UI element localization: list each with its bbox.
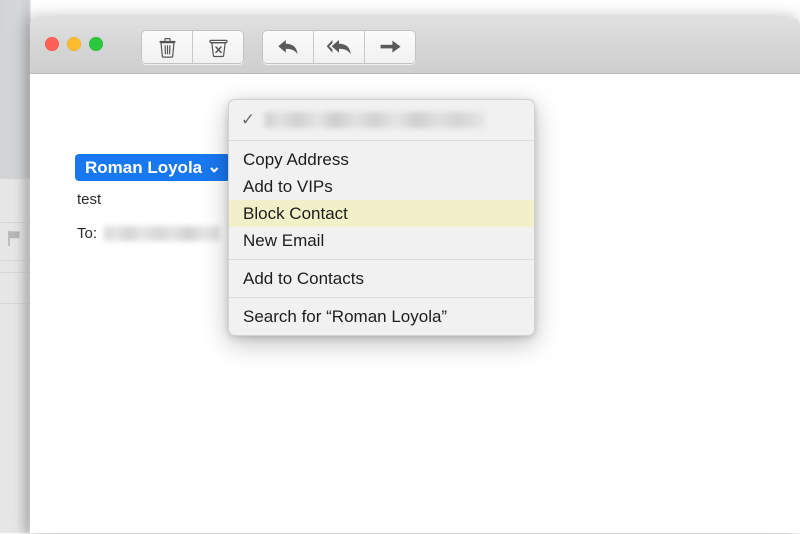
sidebar-row-1[interactable] xyxy=(0,178,31,223)
check-icon: ✓ xyxy=(240,110,256,129)
menu-item-new-email[interactable]: New Email xyxy=(229,227,534,254)
trash-icon xyxy=(159,37,175,58)
menu-item-add-to-vips[interactable]: Add to VIPs xyxy=(229,173,534,200)
junk-icon xyxy=(208,39,228,57)
menu-item-label: Copy Address xyxy=(243,149,349,169)
sender-context-menu[interactable]: ✓ Copy Address Add to VIPs Block Contact… xyxy=(228,99,535,336)
sender-token[interactable]: Roman Loyola ⌄ xyxy=(75,154,231,181)
forward-button[interactable] xyxy=(365,31,415,63)
recipient-row: To: ⋮ xyxy=(77,225,240,242)
window-traffic-lights xyxy=(45,37,103,51)
flag-icon[interactable] xyxy=(5,228,25,248)
background-sidebar-header xyxy=(0,0,31,178)
menu-item-block-contact[interactable]: Block Contact xyxy=(229,200,534,227)
chevron-down-icon[interactable]: ⌄ xyxy=(207,157,221,177)
current-address-redacted xyxy=(265,112,485,128)
sender-name: Roman Loyola xyxy=(85,157,203,177)
reply-all-button[interactable] xyxy=(314,31,364,63)
background-sidebar xyxy=(0,0,31,533)
menu-item-add-to-contacts[interactable]: Add to Contacts xyxy=(229,265,534,292)
to-label: To: xyxy=(77,225,98,242)
menu-item-label: Search for “Roman Loyola” xyxy=(243,306,448,326)
menu-item-search-for[interactable]: Search for “Roman Loyola” xyxy=(229,303,534,330)
menu-separator-3 xyxy=(229,297,534,298)
window-titlebar xyxy=(30,18,800,74)
zoom-button[interactable] xyxy=(89,37,103,51)
delete-button[interactable] xyxy=(142,31,192,63)
sidebar-row-5[interactable] xyxy=(0,303,31,534)
reply-icon xyxy=(277,40,297,55)
reply-button[interactable] xyxy=(263,31,313,63)
menu-separator-1 xyxy=(229,140,534,141)
toolbar-group-delete xyxy=(141,30,244,64)
junk-button[interactable] xyxy=(193,31,243,63)
sidebar-row-4[interactable] xyxy=(0,272,31,304)
minimize-button[interactable] xyxy=(67,37,81,51)
reply-all-icon xyxy=(326,40,351,55)
menu-item-label: Add to Contacts xyxy=(243,268,364,288)
toolbar-group-reply xyxy=(262,30,416,64)
menu-separator-2 xyxy=(229,259,534,260)
subject-text: test xyxy=(77,191,102,208)
menu-item-copy-address[interactable]: Copy Address xyxy=(229,146,534,173)
close-button[interactable] xyxy=(45,37,59,51)
forward-icon xyxy=(380,40,401,53)
screen-root: Roman Loyola ⌄ test To: ⋮ ✓ Copy Address… xyxy=(0,0,800,533)
menu-item-current-address[interactable]: ✓ xyxy=(229,105,534,135)
menu-item-label: New Email xyxy=(243,230,325,250)
menu-item-label: Add to VIPs xyxy=(243,176,333,196)
menu-item-label: Block Contact xyxy=(243,203,348,223)
recipient-redacted-value[interactable] xyxy=(104,226,221,241)
